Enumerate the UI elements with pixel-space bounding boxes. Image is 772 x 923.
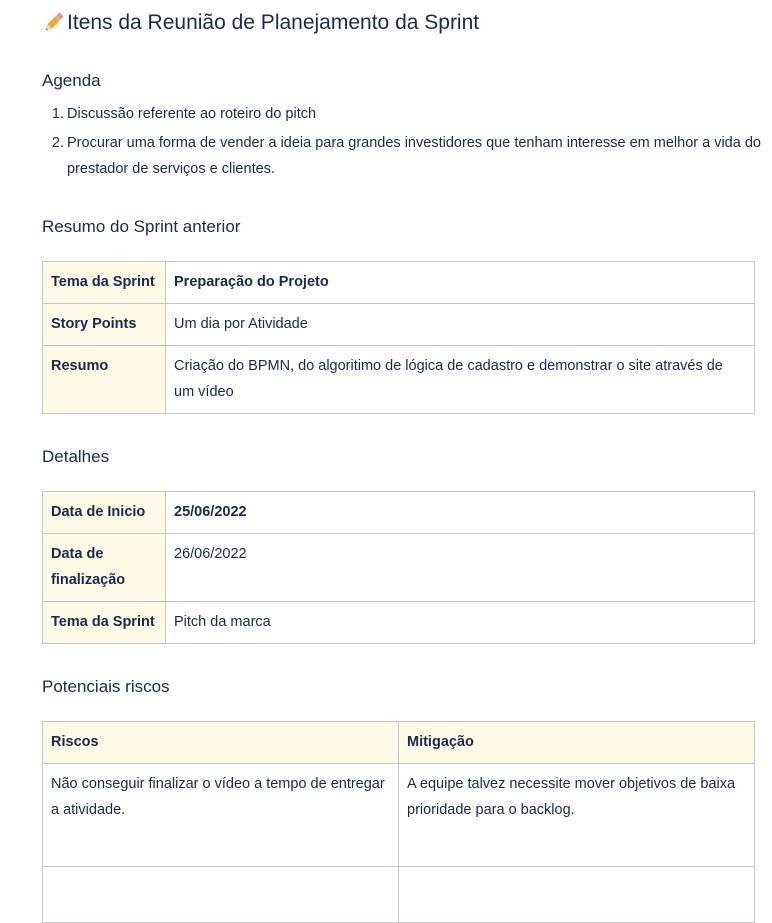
table-row: Resumo Criação do BPMN, do algoritimo de… xyxy=(42,345,755,414)
table-value-cell: Um dia por Atividade xyxy=(165,303,755,346)
risk-cell: Não conseguir finalizar o vídeo a tempo … xyxy=(42,763,399,867)
table-value-cell: 26/06/2022 xyxy=(165,533,755,602)
table-key-cell: Tema da Sprint xyxy=(42,601,166,644)
table-value-cell: 25/06/2022 xyxy=(165,491,755,534)
details-table: Data de Inicio 25/06/2022 Data de finali… xyxy=(42,491,755,644)
risks-table: Riscos Mitigação Não conseguir finalizar… xyxy=(42,721,755,923)
column-header-mitigation: Mitigação xyxy=(398,721,755,764)
list-item: 2. Procurar uma forma de vender a ideia … xyxy=(42,130,762,182)
risk-cell xyxy=(42,866,399,923)
table-key-cell: Tema da Sprint xyxy=(42,261,166,304)
table-key-cell: Story Points xyxy=(42,303,166,346)
risks-heading: Potenciais riscos xyxy=(42,677,170,696)
table-row: Data de Inicio 25/06/2022 xyxy=(42,491,755,534)
mitigation-cell xyxy=(398,866,755,923)
table-header-row: Riscos Mitigação xyxy=(42,721,755,764)
table-row: Não conseguir finalizar o vídeo a tempo … xyxy=(42,763,755,867)
list-item-text: Discussão referente ao roteiro do pitch xyxy=(67,106,317,122)
previous-sprint-table: Tema da Sprint Preparação do Projeto Sto… xyxy=(42,261,755,414)
list-item-number: 2. xyxy=(51,135,64,151)
table-key-cell: Data de Inicio xyxy=(42,491,166,534)
table-row: Tema da Sprint Preparação do Projeto xyxy=(42,261,755,304)
list-item-number: 1. xyxy=(51,106,64,122)
table-key-cell: Data de finalização xyxy=(42,533,166,602)
page: Itens da Reunião de Planejamento da Spri… xyxy=(0,0,772,923)
previous-sprint-heading: Resumo do Sprint anterior xyxy=(42,217,241,236)
table-row: Data de finalização 26/06/2022 xyxy=(42,533,755,602)
page-title-text: Itens da Reunião de Planejamento da Spri… xyxy=(67,11,480,34)
page-title: Itens da Reunião de Planejamento da Spri… xyxy=(42,11,479,35)
list-item: 1. Discussão referente ao roteiro do pit… xyxy=(42,101,762,127)
table-row: Story Points Um dia por Atividade xyxy=(42,303,755,346)
table-value-cell: Criação do BPMN, do algoritimo de lógica… xyxy=(165,345,755,414)
table-value-cell: Pitch da marca xyxy=(165,601,755,644)
pencil-icon xyxy=(42,12,64,34)
table-key-cell: Resumo xyxy=(42,345,166,414)
list-item-text: Procurar uma forma de vender a ideia par… xyxy=(67,135,761,177)
table-row xyxy=(42,866,755,923)
agenda-list: 1. Discussão referente ao roteiro do pit… xyxy=(42,101,762,185)
details-heading: Detalhes xyxy=(42,447,110,466)
table-row: Tema da Sprint Pitch da marca xyxy=(42,601,755,644)
mitigation-cell: A equipe talvez necessite mover objetivo… xyxy=(398,763,755,867)
table-value-cell: Preparação do Projeto xyxy=(165,261,755,304)
column-header-risks: Riscos xyxy=(42,721,399,764)
agenda-heading: Agenda xyxy=(42,71,101,90)
